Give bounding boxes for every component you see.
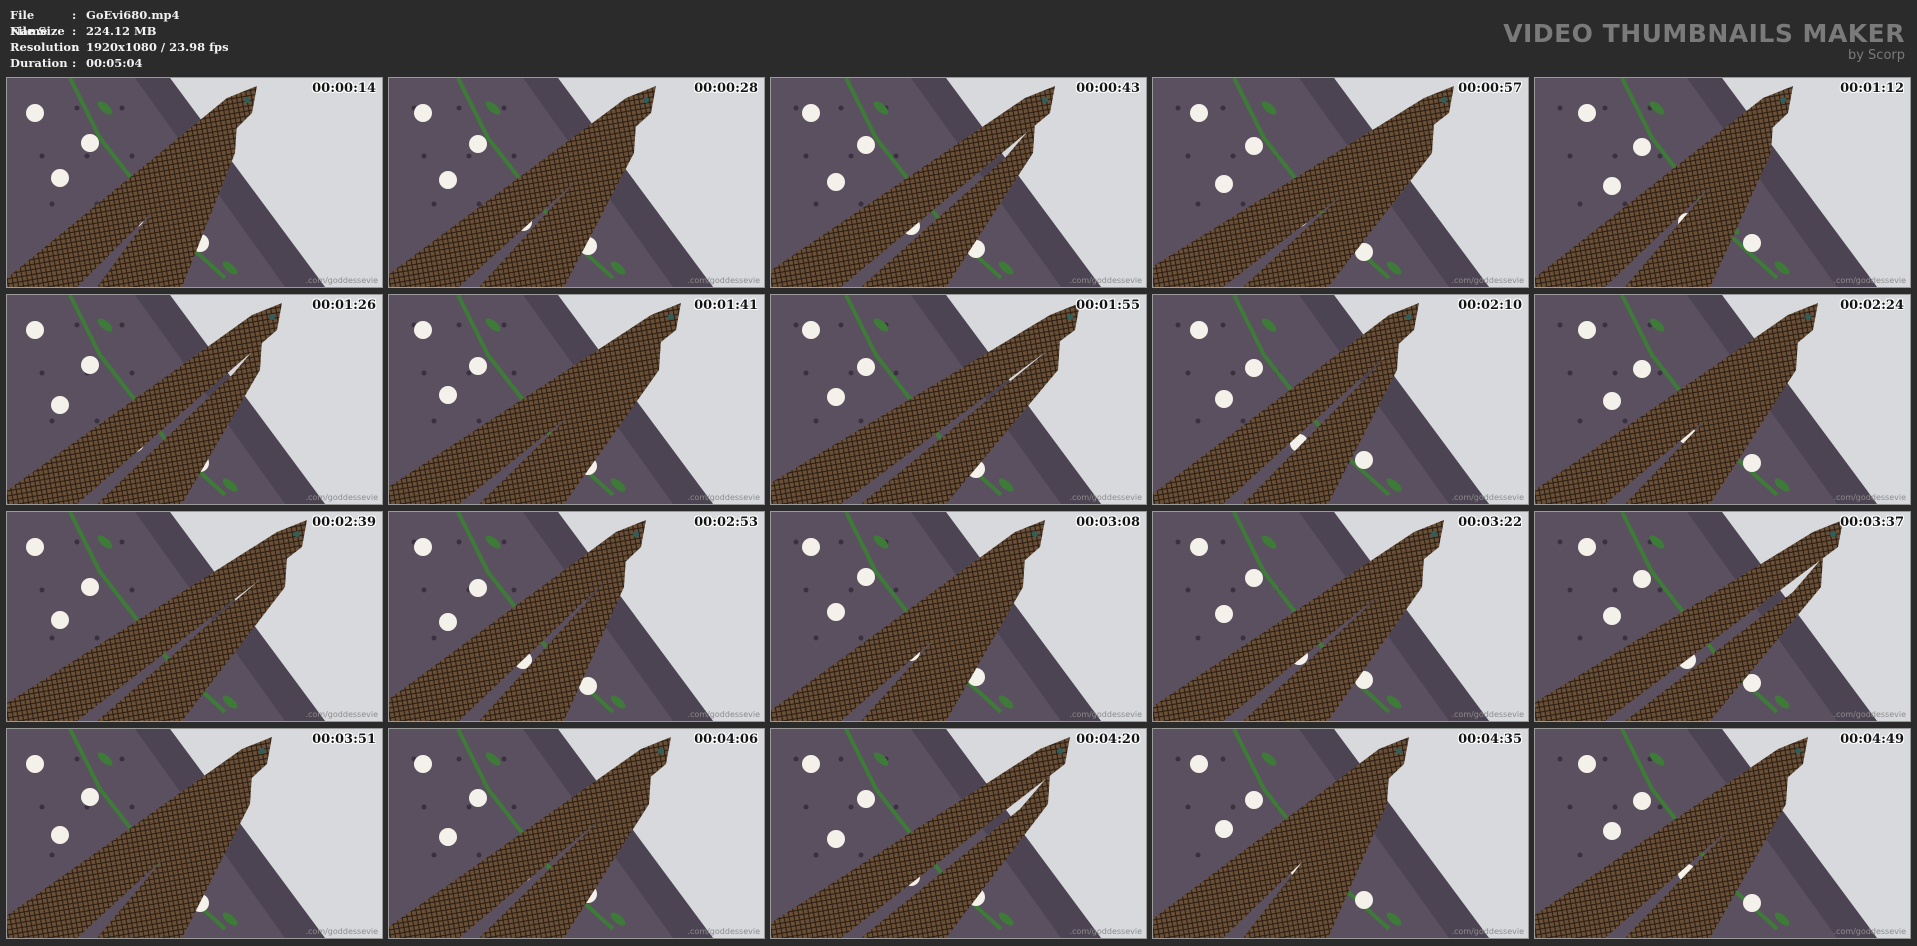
file-size-value: 224.12 MB: [86, 24, 157, 38]
thumbnail-timestamp: 00:03:08: [1076, 515, 1140, 530]
thumbnail-watermark: .com/goddessevie: [305, 927, 378, 936]
thumbnail-watermark: .com/goddessevie: [687, 927, 760, 936]
thumbnail-scene: [1153, 729, 1528, 938]
file-name-label: File Name: [10, 8, 48, 38]
thumbnail-watermark: .com/goddessevie: [1069, 493, 1142, 502]
thumbnail[interactable]: 00:01:41 .com/goddessevie: [388, 294, 765, 505]
thumbnail-timestamp: 00:01:41: [694, 298, 758, 313]
thumbnail-scene: [7, 295, 382, 504]
thumbnail-timestamp: 00:00:43: [1076, 81, 1140, 96]
thumbnail-watermark: .com/goddessevie: [1069, 276, 1142, 285]
thumbnail-scene: [1535, 295, 1910, 504]
thumbnail-scene: [7, 78, 382, 287]
thumbnail[interactable]: 00:00:57 .com/goddessevie: [1152, 77, 1529, 288]
duration-row: Duration : 00:05:04: [10, 56, 143, 70]
thumbnail[interactable]: 00:02:10 .com/goddessevie: [1152, 294, 1529, 505]
thumbnail-watermark: .com/goddessevie: [305, 276, 378, 285]
thumbnail[interactable]: 00:04:49 .com/goddessevie: [1534, 728, 1911, 939]
file-info-panel: File Name : GoEvi680.mp4 File Size : 224…: [10, 7, 229, 71]
thumbnail-timestamp: 00:04:20: [1076, 732, 1140, 747]
thumbnail-timestamp: 00:02:10: [1458, 298, 1522, 313]
file-name-row: File Name : GoEvi680.mp4: [10, 8, 180, 38]
thumbnail-timestamp: 00:01:12: [1840, 81, 1904, 96]
thumbnail[interactable]: 00:03:08 .com/goddessevie: [770, 511, 1147, 722]
resolution-value: 1920x1080 / 23.98 fps: [86, 40, 229, 54]
thumbnail-scene: [389, 78, 764, 287]
thumbnail-timestamp: 00:03:37: [1840, 515, 1904, 530]
thumbnail[interactable]: 00:04:20 .com/goddessevie: [770, 728, 1147, 939]
thumbnail-watermark: .com/goddessevie: [1833, 927, 1906, 936]
duration-value: 00:05:04: [86, 56, 143, 70]
brand-subtitle: by Scorp: [1847, 48, 1905, 63]
thumbnail[interactable]: 00:01:12 .com/goddessevie: [1534, 77, 1911, 288]
thumbnail-scene: [389, 295, 764, 504]
thumbnail-watermark: .com/goddessevie: [1833, 493, 1906, 502]
thumbnail-watermark: .com/goddessevie: [305, 710, 378, 719]
file-name-value: GoEvi680.mp4: [86, 8, 180, 22]
thumbnail-scene: [771, 729, 1146, 938]
thumbnail-timestamp: 00:00:28: [694, 81, 758, 96]
thumbnail-scene: [1535, 512, 1910, 721]
thumbnail-timestamp: 00:04:35: [1458, 732, 1522, 747]
thumbnail[interactable]: 00:01:26 .com/goddessevie: [6, 294, 383, 505]
thumbnail-scene: [7, 729, 382, 938]
brand-title: VIDEO THUMBNAILS MAKER: [1503, 19, 1905, 48]
thumbnail-watermark: .com/goddessevie: [687, 276, 760, 285]
thumbnail-watermark: .com/goddessevie: [687, 493, 760, 502]
thumbnail-timestamp: 00:01:26: [312, 298, 376, 313]
thumbnail-timestamp: 00:00:57: [1458, 81, 1522, 96]
thumbnail-watermark: .com/goddessevie: [1069, 927, 1142, 936]
thumbnail-scene: [1535, 78, 1910, 287]
thumbnail-scene: [1153, 512, 1528, 721]
thumbnail[interactable]: 00:01:55 .com/goddessevie: [770, 294, 1147, 505]
thumbnail-watermark: .com/goddessevie: [1069, 710, 1142, 719]
thumbnail[interactable]: 00:02:53 .com/goddessevie: [388, 511, 765, 722]
thumbnail-grid: 00:00:14 .com/goddessevie 00:00:28 .com/god…: [6, 77, 1911, 939]
thumbnail-scene: [389, 512, 764, 721]
thumbnail-watermark: .com/goddessevie: [687, 710, 760, 719]
brand-logo: VIDEO THUMBNAILS MAKER by Scorp: [1503, 20, 1905, 64]
thumbnail-watermark: .com/goddessevie: [1451, 493, 1524, 502]
resolution-row: Resolution : 1920x1080 / 23.98 fps: [10, 40, 229, 54]
thumbnail[interactable]: 00:00:43 .com/goddessevie: [770, 77, 1147, 288]
thumbnail-scene: [1535, 729, 1910, 938]
thumbnail-watermark: .com/goddessevie: [1451, 276, 1524, 285]
thumbnail-timestamp: 00:03:22: [1458, 515, 1522, 530]
thumbnail-watermark: .com/goddessevie: [1833, 710, 1906, 719]
thumbnail-watermark: .com/goddessevie: [1833, 276, 1906, 285]
thumbnail-scene: [771, 78, 1146, 287]
thumbnail-timestamp: 00:02:24: [1840, 298, 1904, 313]
thumbnail-timestamp: 00:02:53: [694, 515, 758, 530]
thumbnail-timestamp: 00:04:49: [1840, 732, 1904, 747]
thumbnail[interactable]: 00:02:39 .com/goddessevie: [6, 511, 383, 722]
thumbnail[interactable]: 00:04:35 .com/goddessevie: [1152, 728, 1529, 939]
thumbnail-scene: [771, 512, 1146, 721]
thumbnail-scene: [1153, 295, 1528, 504]
duration-label: Duration: [10, 56, 68, 70]
file-size-row: File Size : 224.12 MB: [10, 24, 157, 38]
thumbnail-timestamp: 00:00:14: [312, 81, 376, 96]
thumbnail-timestamp: 00:03:51: [312, 732, 376, 747]
resolution-label: Resolution: [10, 40, 80, 54]
thumbnail-timestamp: 00:01:55: [1076, 298, 1140, 313]
thumbnail-scene: [389, 729, 764, 938]
thumbnail[interactable]: 00:02:24 .com/goddessevie: [1534, 294, 1911, 505]
thumbnail-scene: [1153, 78, 1528, 287]
thumbnail[interactable]: 00:00:28 .com/goddessevie: [388, 77, 765, 288]
thumbnail-timestamp: 00:02:39: [312, 515, 376, 530]
thumbnail-watermark: .com/goddessevie: [1451, 710, 1524, 719]
thumbnail[interactable]: 00:03:22 .com/goddessevie: [1152, 511, 1529, 722]
thumbnail[interactable]: 00:00:14 .com/goddessevie: [6, 77, 383, 288]
thumbnail-scene: [771, 295, 1146, 504]
thumbnail-timestamp: 00:04:06: [694, 732, 758, 747]
thumbnail-watermark: .com/goddessevie: [305, 493, 378, 502]
file-size-label: File Size: [10, 24, 65, 38]
thumbnail[interactable]: 00:03:51 .com/goddessevie: [6, 728, 383, 939]
thumbnail[interactable]: 00:04:06 .com/goddessevie: [388, 728, 765, 939]
thumbnail[interactable]: 00:03:37 .com/goddessevie: [1534, 511, 1911, 722]
thumbnail-scene: [7, 512, 382, 721]
thumbnail-watermark: .com/goddessevie: [1451, 927, 1524, 936]
